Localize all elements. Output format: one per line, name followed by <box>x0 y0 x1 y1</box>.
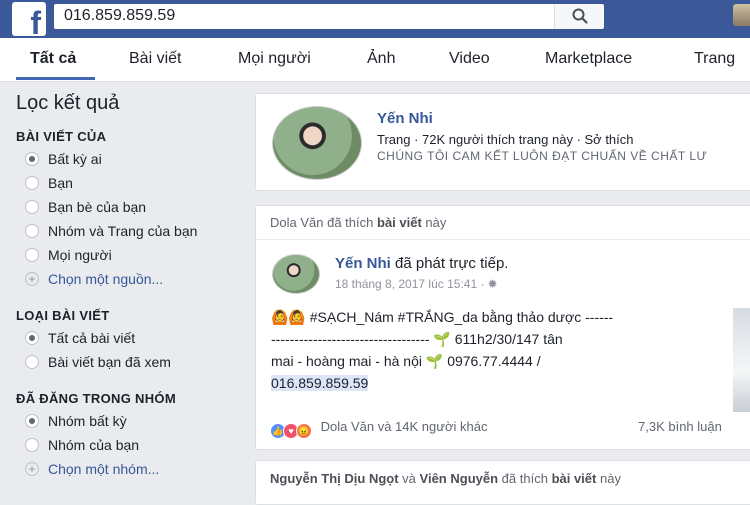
tab-photos[interactable]: Ảnh <box>367 50 395 68</box>
emoji-icon: 🙆🙆 <box>271 309 306 325</box>
post-liked-by-line: Dola Văn đã thích bài viết này <box>270 215 446 230</box>
seedling-icon: 🌱 <box>425 353 444 369</box>
tab-videos[interactable]: Video <box>449 50 490 68</box>
radio-icon <box>25 200 39 214</box>
post-text-line: 611h2/30/147 tân <box>454 331 563 347</box>
post-header: Yến Nhi đã phát trực tiếp. <box>335 255 508 272</box>
post-text-line: 0976.77.4444 / <box>447 353 541 369</box>
page-description: CHÚNG TÔI CAM KẾT LUÔN ĐẠT CHUẨN VỀ CHẤT… <box>377 149 708 163</box>
choose-group-link[interactable]: + Chọn một nhóm... <box>16 460 241 484</box>
reactions-text: Dola Văn và 14K người khác <box>320 419 488 434</box>
filter-group-title-posted-in-group: ĐÃ ĐĂNG TRONG NHÓM <box>16 391 176 406</box>
facebook-logo-icon[interactable]: f <box>12 2 46 39</box>
top-navigation-bar: f 016.859.859.59 <box>0 0 750 39</box>
post-card: Dola Văn đã thích bài viết này Yến Nhi đ… <box>255 205 750 450</box>
filter-group-title-posted-by: BÀI VIẾT CỦA <box>16 129 107 144</box>
seedling-icon: 🌱 <box>433 331 451 347</box>
radio-icon <box>25 438 39 452</box>
liker-name-link[interactable]: Viên Nguyễn <box>420 471 499 486</box>
filter-sidebar: Lọc kết quả BÀI VIẾT CỦA Bất kỳ ai Bạn B… <box>16 92 241 484</box>
liked-object-link[interactable]: bài viết <box>377 215 422 230</box>
filter-option-all-posts[interactable]: Tất cả bài viết <box>16 329 241 353</box>
filter-option-your-groups[interactable]: Nhóm của bạn <box>16 436 241 460</box>
public-globe-icon: ✹ <box>487 277 498 291</box>
search-tabs: Tất cả Bài viết Mọi người Ảnh Video Mark… <box>0 38 750 82</box>
post-text-line: mai - hoàng mai - hà nội <box>271 353 422 369</box>
tab-pages[interactable]: Trang <box>694 50 735 68</box>
author-avatar[interactable] <box>272 254 320 294</box>
filter-group-title-post-type: LOẠI BÀI VIẾT <box>16 308 110 323</box>
radio-icon <box>25 248 39 262</box>
liked-text: đã thích <box>327 215 374 230</box>
angry-reaction-icon: 😠 <box>296 423 312 439</box>
search-input[interactable]: 016.859.859.59 <box>54 4 554 29</box>
tab-posts[interactable]: Bài viết <box>129 50 181 68</box>
tab-marketplace[interactable]: Marketplace <box>545 50 632 68</box>
tab-all[interactable]: Tất cả <box>30 50 76 68</box>
post-action: đã phát trực tiếp. <box>395 255 509 272</box>
comments-count-link[interactable]: 7,3K bình luận <box>638 419 722 434</box>
active-tab-indicator <box>16 77 95 80</box>
conjunction-text: và <box>402 471 416 486</box>
choose-source-link[interactable]: + Chọn một nguồn... <box>16 270 241 294</box>
search-button[interactable] <box>554 4 604 29</box>
radio-selected-icon <box>25 414 39 428</box>
post-text-line: #SẠCH_Nám #TRẮNG_da bằng thảo dược -----… <box>309 309 614 325</box>
search-icon <box>572 8 588 24</box>
liked-text: đã thích <box>501 471 548 486</box>
radio-selected-icon <box>25 152 39 166</box>
page-avatar[interactable] <box>272 106 362 180</box>
author-name-link[interactable]: Yến Nhi <box>335 255 391 272</box>
radio-icon <box>25 176 39 190</box>
tab-people[interactable]: Mọi người <box>238 50 311 68</box>
plus-circle-icon: + <box>25 462 39 476</box>
radio-icon <box>25 355 39 369</box>
filter-option-you[interactable]: Bạn <box>16 174 241 198</box>
liker-name-link[interactable]: Dola Văn <box>270 215 323 230</box>
card-divider <box>256 239 750 240</box>
highlighted-search-match: 016.859.859.59 <box>271 375 369 391</box>
filter-option-anyone[interactable]: Bất kỳ ai <box>16 150 241 174</box>
page-name-link[interactable]: Yến Nhi <box>377 110 433 127</box>
filter-option-seen-posts[interactable]: Bài viết bạn đã xem <box>16 353 241 377</box>
filter-option-groups-pages[interactable]: Nhóm và Trang của bạn <box>16 222 241 246</box>
liked-suffix: này <box>425 215 447 230</box>
plus-circle-icon: + <box>25 272 39 286</box>
liked-object-link[interactable]: bài viết <box>552 471 597 486</box>
next-post-card: Nguyễn Thị Dịu Ngọt và Viên Nguyễn đã th… <box>255 460 750 505</box>
filter-option-friends[interactable]: Bạn bè của bạn <box>16 198 241 222</box>
post-body: 🙆🙆 #SẠCH_Nám #TRẮNG_da bằng thảo dược --… <box>271 306 716 394</box>
filter-option-public[interactable]: Mọi người <box>16 246 241 270</box>
page-meta: Trang · 72K người thích trang này · Sở t… <box>377 132 634 147</box>
liked-suffix: này <box>599 471 621 486</box>
post-liked-by-line: Nguyễn Thị Dịu Ngọt và Viên Nguyễn đã th… <box>270 471 621 486</box>
post-time-text: 18 tháng 8, 2017 lúc 15:41 · <box>335 277 485 291</box>
radio-icon <box>25 224 39 238</box>
post-timestamp[interactable]: 18 tháng 8, 2017 lúc 15:41 · ✹ <box>335 277 498 291</box>
filters-title: Lọc kết quả <box>16 92 120 114</box>
reactions-summary[interactable]: 👍 ♥ 😠 Dola Văn và 14K người khác <box>270 419 487 439</box>
page-result-card: Yến Nhi Trang · 72K người thích trang nà… <box>255 93 750 191</box>
radio-selected-icon <box>25 331 39 345</box>
post-text-line: ---------------------------------- <box>271 331 430 347</box>
liker-name-link[interactable]: Nguyễn Thị Dịu Ngọt <box>270 471 399 486</box>
video-thumbnail[interactable] <box>733 308 750 412</box>
profile-avatar[interactable] <box>733 4 750 26</box>
filter-option-any-group[interactable]: Nhóm bất kỳ <box>16 412 241 436</box>
